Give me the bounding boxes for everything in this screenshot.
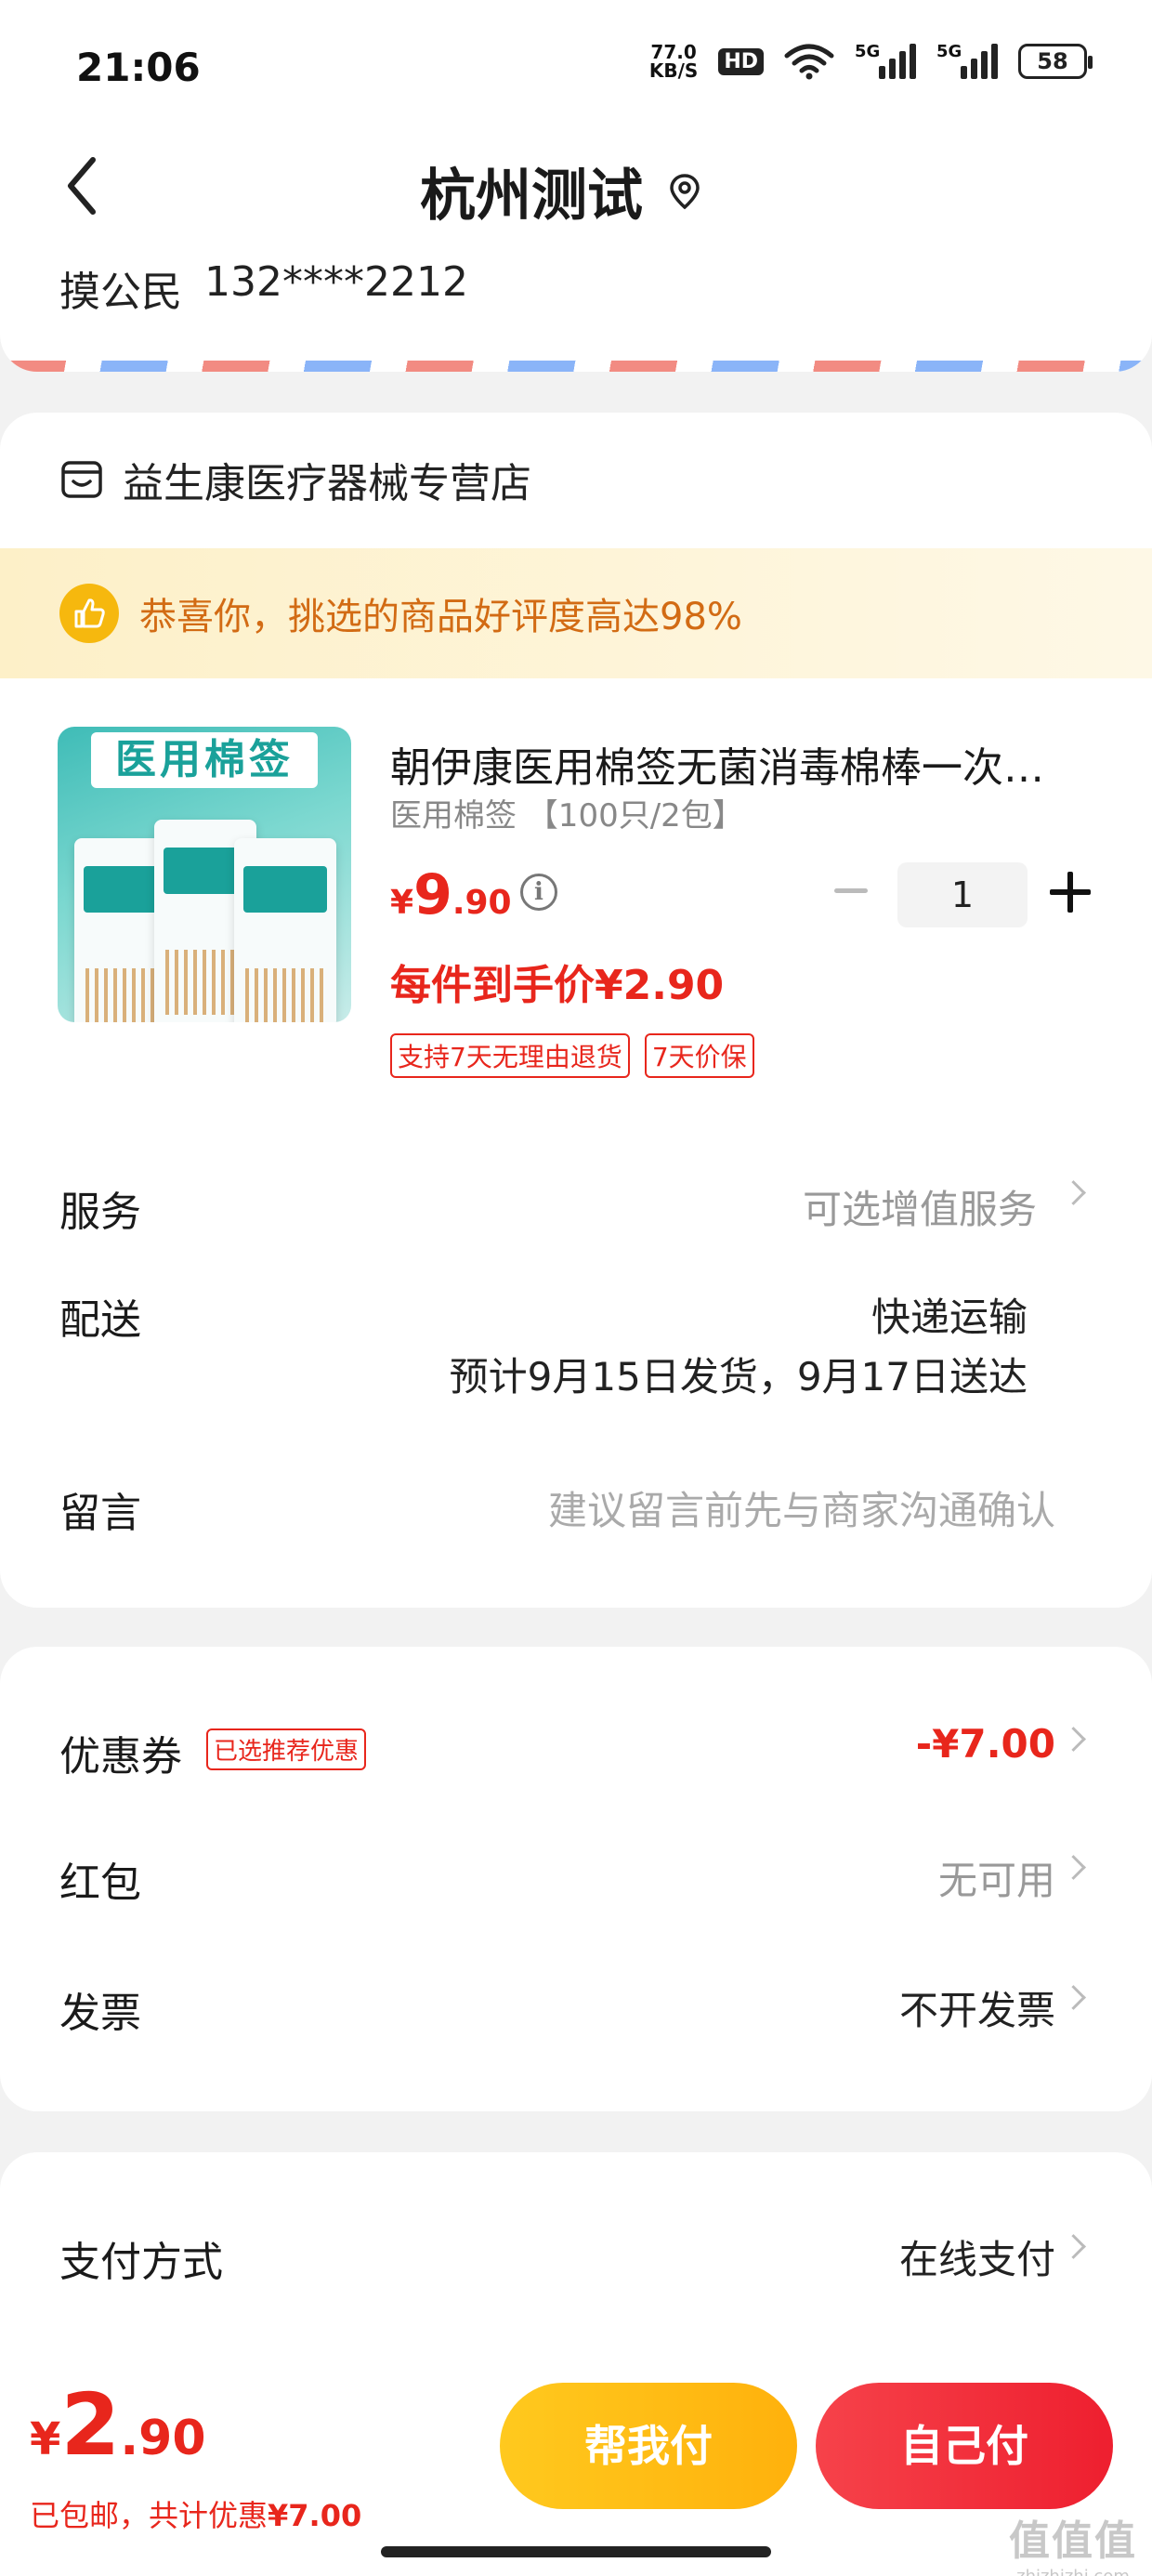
product-image[interactable]: 医用棉签	[58, 727, 351, 1022]
red-packet-label: 红包	[59, 1860, 141, 1907]
page-title: 杭州测试	[420, 164, 643, 229]
order-item-card: 益生康医疗器械专营店 恭喜你，挑选的商品好评度高达98% 医用棉签 朝伊康医用棉…	[0, 413, 1152, 1608]
location-pin-icon	[670, 173, 700, 209]
product-spec[interactable]: 医用棉签 【100只/2包】	[390, 790, 744, 835]
product-price: ¥9.90	[390, 862, 512, 927]
service-label: 服务	[59, 1189, 141, 1236]
wifi-icon	[784, 44, 834, 80]
recipient-name: 摸公民	[59, 269, 182, 316]
network-speed-unit: KB/S	[648, 59, 699, 82]
watermark: 值值值 zhizhizhi.com	[1009, 2507, 1137, 2576]
price-integer: 9	[413, 862, 452, 927]
quantity-input[interactable]: 1	[897, 862, 1028, 927]
signal-icon-sim1: 5G	[855, 42, 916, 79]
service-value[interactable]: 可选增值服务	[803, 1178, 1037, 1235]
total-discount-amount: ¥7.00	[268, 2498, 362, 2533]
chevron-right-icon[interactable]	[1065, 2232, 1085, 2266]
thumbs-up-icon	[59, 584, 119, 643]
shop-name: 益生康医疗器械专营店	[123, 460, 531, 507]
total-decimal: .90	[120, 2411, 206, 2466]
sim1-label: 5G	[855, 42, 881, 61]
price-currency: ¥	[390, 884, 414, 922]
price-decimal: .90	[452, 884, 512, 922]
chevron-right-icon[interactable]	[1065, 1983, 1085, 2017]
coupon-recommended-badge: 已选推荐优惠	[206, 1728, 367, 1770]
total-note: 已包邮，共计优惠¥7.00	[30, 2492, 361, 2535]
discount-card: 优惠券 已选推荐优惠 -¥7.00 红包 无可用 发票 不开发票	[0, 1647, 1152, 2111]
total-currency: ¥	[30, 2413, 61, 2465]
checkout-bar: ¥2.90 已包邮，共计优惠¥7.00 帮我付 自己付 值值值 zhizhizh…	[0, 2360, 1152, 2576]
address-header: 杭州测试 摸公民 132****2212	[0, 130, 1152, 372]
network-speed-value: 77.0	[650, 41, 697, 63]
delivery-eta: 预计9月15日发货，9月17日送达	[449, 1354, 1028, 1400]
chevron-right-icon[interactable]	[1065, 1853, 1085, 1886]
recipient-phone: 132****2212	[204, 258, 468, 306]
invoice-value[interactable]: 不开发票	[899, 1979, 1055, 2036]
shop-header[interactable]: 益生康医疗器械专营店	[59, 450, 531, 509]
status-icons: 77.0 KB/S HD 5G 5G 58	[649, 42, 1093, 80]
total-integer: 2	[60, 2375, 121, 2475]
product-title[interactable]: 朝伊康医用棉签无菌消毒棉棒一次…	[390, 734, 1078, 794]
total-price: ¥2.90	[30, 2375, 206, 2475]
tag-return-policy: 支持7天无理由退货	[390, 1033, 630, 1078]
airmail-border	[0, 361, 1152, 372]
coupon-label: 优惠券	[59, 1733, 182, 1781]
status-bar: 21:06 77.0 KB/S HD 5G 5G 58	[0, 0, 1152, 130]
delivery-method: 快递运输	[871, 1295, 1028, 1340]
back-icon[interactable]	[56, 149, 111, 223]
service-tags: 支持7天无理由退货 7天价保	[390, 1033, 754, 1078]
watermark-url: zhizhizhi.com	[1009, 2567, 1137, 2576]
signal-icon-sim2: 5G	[936, 42, 998, 79]
help-me-pay-button[interactable]: 帮我付	[500, 2383, 797, 2509]
home-indicator[interactable]	[381, 2546, 771, 2557]
quantity-increase-button[interactable]	[1050, 872, 1091, 913]
hd-icon: HD	[718, 47, 764, 75]
tag-price-protection: 7天价保	[644, 1033, 754, 1078]
red-packet-value[interactable]: 无可用	[938, 1849, 1055, 1906]
recipient-info[interactable]: 摸公民 132****2212	[59, 258, 468, 318]
coupon-value[interactable]: -¥7.00	[916, 1721, 1055, 1767]
total-note-prefix: 已包邮，共计优惠	[30, 2498, 268, 2533]
message-input[interactable]: 建议留言前先与商家沟通确认	[548, 1479, 1055, 1536]
payment-method-label: 支付方式	[59, 2239, 223, 2286]
sim2-label: 5G	[936, 42, 962, 61]
info-icon[interactable]: i	[520, 874, 557, 911]
invoice-label: 发票	[59, 1990, 141, 2037]
address-title-group[interactable]: 杭州测试	[420, 151, 700, 231]
status-time: 21:06	[76, 45, 201, 90]
watermark-logo: 值值值	[1009, 2517, 1137, 2565]
store-icon	[61, 461, 102, 498]
product-image-label: 医用棉签	[91, 732, 318, 788]
delivery-label: 配送	[59, 1296, 141, 1344]
praise-banner: 恭喜你，挑选的商品好评度高达98%	[0, 548, 1152, 678]
chevron-right-icon[interactable]	[1065, 1725, 1085, 1758]
pay-myself-button[interactable]: 自己付	[816, 2383, 1113, 2509]
network-speed: 77.0 KB/S	[649, 43, 698, 80]
praise-text: 恭喜你，挑选的商品好评度高达98%	[139, 596, 742, 638]
battery-icon: 58	[1018, 44, 1093, 79]
message-label: 留言	[59, 1490, 141, 1537]
chevron-right-icon[interactable]	[1065, 1178, 1085, 1212]
quantity-decrease-button[interactable]	[834, 888, 868, 893]
product-package	[234, 838, 336, 1022]
final-unit-price: 每件到手价¥2.90	[390, 962, 725, 1009]
payment-method-value[interactable]: 在线支付	[899, 2228, 1055, 2285]
